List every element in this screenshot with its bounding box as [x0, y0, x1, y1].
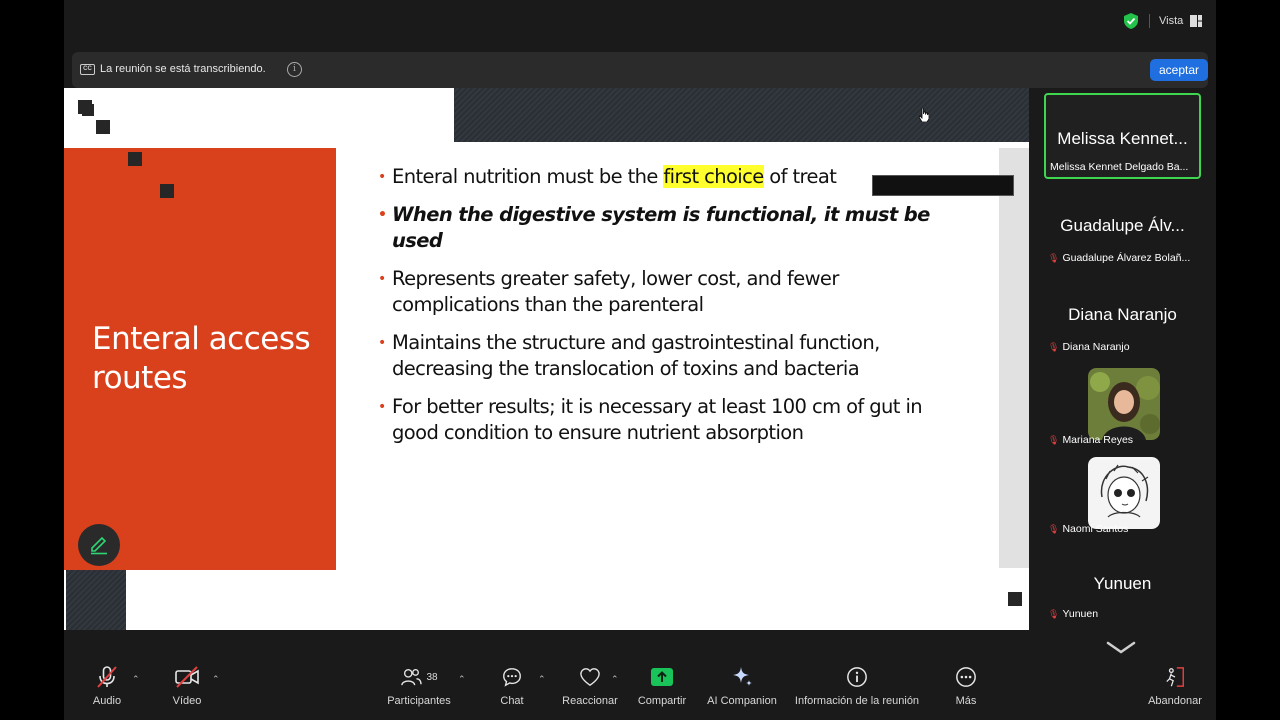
info-icon[interactable]: i	[287, 62, 302, 77]
ai-companion-label: AI Companion	[707, 695, 777, 707]
leave-label: Abandonar	[1148, 695, 1202, 707]
muted-mic-icon: 🎙︎	[1048, 609, 1060, 619]
participant-tile[interactable]: 🎙︎ Mariana Reyes	[1044, 364, 1201, 450]
pencil-icon	[91, 536, 107, 555]
sparkle-icon	[733, 667, 752, 686]
info-circle-icon	[847, 667, 867, 687]
muted-mic-icon: 🎙︎	[1048, 342, 1060, 352]
muted-mic-icon: 🎙︎	[1048, 253, 1060, 263]
transcription-notice: La reunión se está transcribiendo.	[100, 63, 266, 75]
participant-name-label: 🎙︎ Naomi Santos	[1048, 523, 1129, 535]
participant-name-label: 🎙︎ Mariana Reyes	[1048, 434, 1134, 446]
participant-big-name: Diana Naranjo	[1068, 305, 1177, 324]
audio-button[interactable]: Audio	[84, 664, 130, 707]
hand-cursor-icon	[919, 108, 929, 122]
annotate-button[interactable]	[78, 524, 120, 566]
more-button[interactable]: Más	[948, 664, 984, 707]
chat-label: Chat	[500, 695, 524, 707]
heart-icon	[580, 668, 600, 687]
slide-right-strip	[999, 148, 1029, 568]
meeting-info-button[interactable]: Información de la reunión	[792, 664, 922, 707]
slide-bullet-list: Enteral nutrition must be the first choi…	[378, 164, 938, 458]
participant-tile[interactable]: Yunuen 🎙︎ Yunuen	[1044, 538, 1201, 624]
muted-mic-icon: 🎙︎	[1048, 435, 1060, 445]
share-label: Compartir	[637, 695, 687, 707]
react-options-caret[interactable]: ⌃	[611, 674, 619, 685]
meeting-toolbar: Audio ⌃ Vídeo ⌃ 38 Participantes ⌃ Chat …	[64, 660, 1216, 720]
participants-label: Participantes	[387, 695, 451, 707]
bullet-item: Represents greater safety, lower cost, a…	[378, 266, 938, 318]
decor-square	[82, 104, 94, 116]
meeting-info-label: Información de la reunión	[794, 695, 920, 707]
audio-options-caret[interactable]: ⌃	[132, 674, 140, 685]
bullet-item: For better results; it is necessary at l…	[378, 394, 938, 446]
participant-name-label: 🎙︎ Diana Naranjo	[1048, 341, 1130, 353]
decor-square	[96, 120, 110, 134]
shared-screen-slide: Enteral access routes Enteral nutrition …	[64, 88, 1029, 630]
participant-name-label: 🎙︎ Yunuen	[1048, 608, 1099, 620]
bullet-item: When the digestive system is functional,…	[378, 202, 938, 254]
participant-tile[interactable]: Diana Naranjo 🎙︎ Diana Naranjo	[1044, 271, 1201, 357]
audio-label: Audio	[92, 695, 122, 707]
more-label: Más	[955, 695, 977, 707]
slide-title: Enteral access routes	[92, 321, 311, 396]
topbar-separator	[1149, 14, 1150, 28]
bullet-item: Maintains the structure and gastrointest…	[378, 330, 938, 382]
participant-big-name: Yunuen	[1093, 574, 1152, 593]
participants-options-caret[interactable]: ⌃	[458, 674, 466, 685]
bullet-item: Enteral nutrition must be the first choi…	[378, 164, 938, 190]
muted-mic-icon: 🎙︎	[1048, 524, 1060, 534]
top-bar: Vista	[64, 0, 1216, 46]
participant-name-label: Melissa Kennet Delgado Ba...	[1050, 161, 1189, 173]
participants-count: 38	[426, 671, 438, 683]
participant-tile[interactable]: 🎙︎ Naomi Santos	[1044, 453, 1201, 539]
react-label: Reaccionar	[562, 695, 618, 707]
participant-tile[interactable]: Melissa Kennet... Melissa Kennet Delgado…	[1044, 93, 1201, 179]
muted-microphone-icon	[97, 666, 117, 688]
decor-square	[1008, 592, 1022, 606]
video-button[interactable]: Vídeo	[164, 664, 210, 707]
chat-bubble-icon	[503, 668, 521, 687]
more-dots-icon	[956, 667, 976, 687]
photo-avatar	[1088, 368, 1160, 440]
share-screen-button[interactable]: Compartir	[634, 664, 690, 707]
drawing-avatar	[1088, 457, 1160, 529]
chat-options-caret[interactable]: ⌃	[538, 674, 546, 685]
slide-top-pattern	[454, 88, 1029, 142]
title-panel: Enteral access routes	[64, 148, 336, 570]
slide-corner-pattern	[66, 570, 126, 630]
shield-check-icon[interactable]	[1124, 13, 1138, 29]
accept-button[interactable]: aceptar	[1150, 59, 1208, 81]
chat-button[interactable]: Chat	[492, 664, 532, 707]
transcription-banner: CC La reunión se está transcribiendo. i …	[72, 52, 1208, 88]
video-label: Vídeo	[172, 695, 202, 707]
participant-big-name: Guadalupe Álv...	[1060, 216, 1185, 235]
decor-square	[160, 184, 174, 198]
highlighted-text: first choice	[663, 165, 764, 188]
participants-icon	[401, 669, 423, 686]
participant-tile[interactable]: Guadalupe Álv... 🎙︎ Guadalupe Álvarez Bol…	[1044, 182, 1201, 268]
decor-square	[128, 152, 142, 166]
participants-button[interactable]: 38 Participantes	[384, 664, 454, 707]
chevron-down-icon[interactable]	[1106, 640, 1136, 656]
leave-door-icon	[1166, 667, 1184, 687]
grid-view-icon[interactable]	[1190, 15, 1202, 27]
ai-companion-button[interactable]: AI Companion	[704, 664, 780, 707]
participant-name-label: 🎙︎ Guadalupe Álvarez Bolañ...	[1048, 252, 1191, 264]
share-screen-icon	[651, 668, 673, 686]
leave-button[interactable]: Abandonar	[1144, 664, 1206, 707]
video-options-caret[interactable]: ⌃	[212, 674, 220, 685]
participant-big-name: Melissa Kennet...	[1057, 129, 1188, 148]
view-button-label[interactable]: Vista	[1159, 15, 1183, 27]
zoom-meeting-window: Vista CC La reunión se está transcribien…	[64, 0, 1216, 720]
closed-caption-icon: CC	[80, 64, 95, 75]
video-off-icon	[175, 666, 199, 688]
react-button[interactable]: Reaccionar	[558, 664, 622, 707]
redaction-box	[872, 175, 1014, 196]
